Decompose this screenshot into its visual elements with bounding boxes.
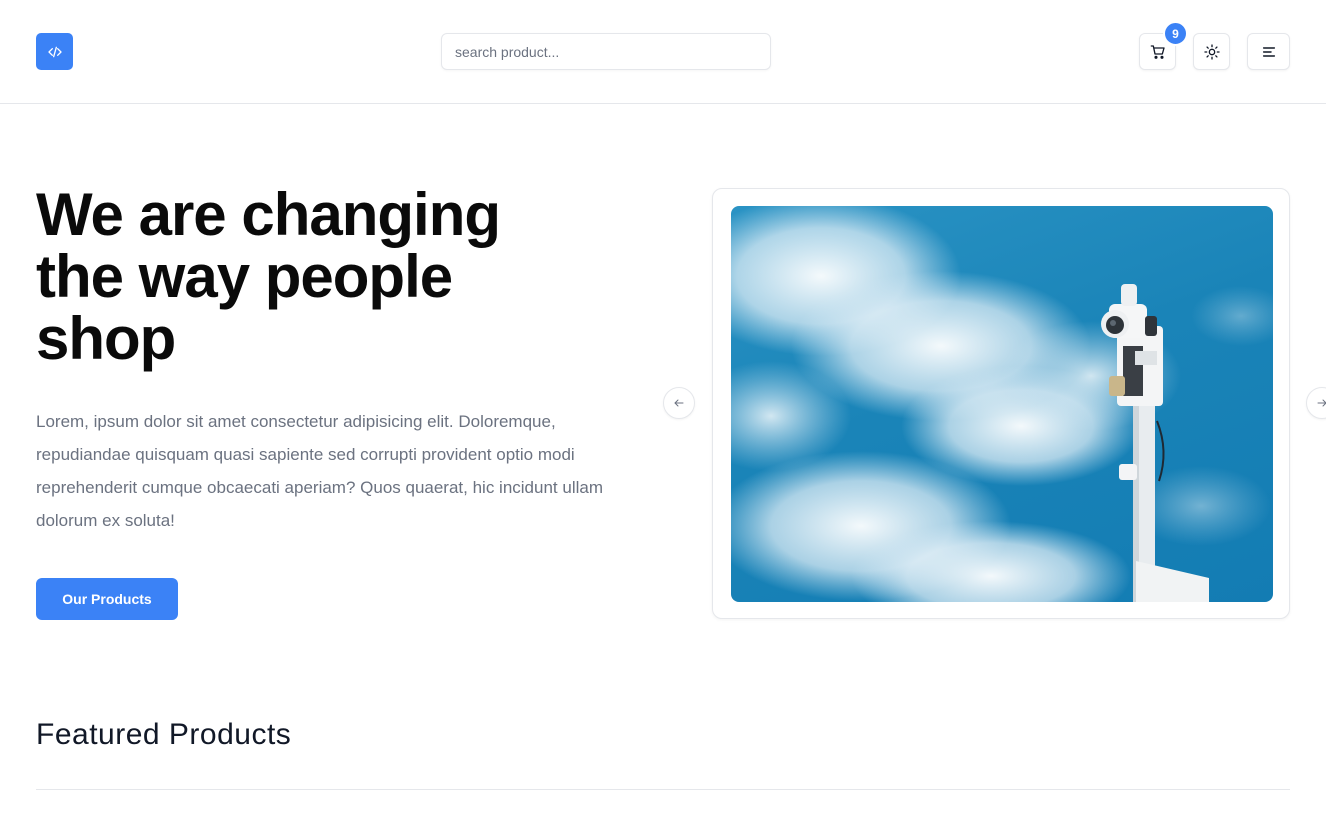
arrow-left-icon [674,399,684,407]
search-input[interactable] [441,33,771,70]
hero-title: We are changing the way people shop [36,181,501,372]
security-camera-image [731,206,1273,602]
menu-icon [1262,46,1275,57]
featured-products-heading: Featured Products [36,718,292,751]
our-products-button[interactable]: Our Products [36,578,178,620]
carousel-next-button[interactable] [1306,387,1326,419]
cart-icon [1150,44,1165,59]
cart-count-badge: 9 [1163,21,1188,46]
arrow-right-icon [1317,399,1326,407]
theme-toggle-button[interactable] [1193,33,1230,70]
carousel-prev-button[interactable] [663,387,695,419]
site-header: 9 [0,0,1326,104]
section-divider [36,789,1290,790]
product-carousel [712,188,1290,619]
code-icon [47,46,62,57]
sun-icon [1203,43,1220,60]
carousel-slide-image [731,206,1273,602]
hero-description: Lorem, ipsum dolor sit amet consectetur … [36,412,603,530]
logo-button[interactable] [36,33,73,70]
menu-button[interactable] [1247,33,1290,70]
